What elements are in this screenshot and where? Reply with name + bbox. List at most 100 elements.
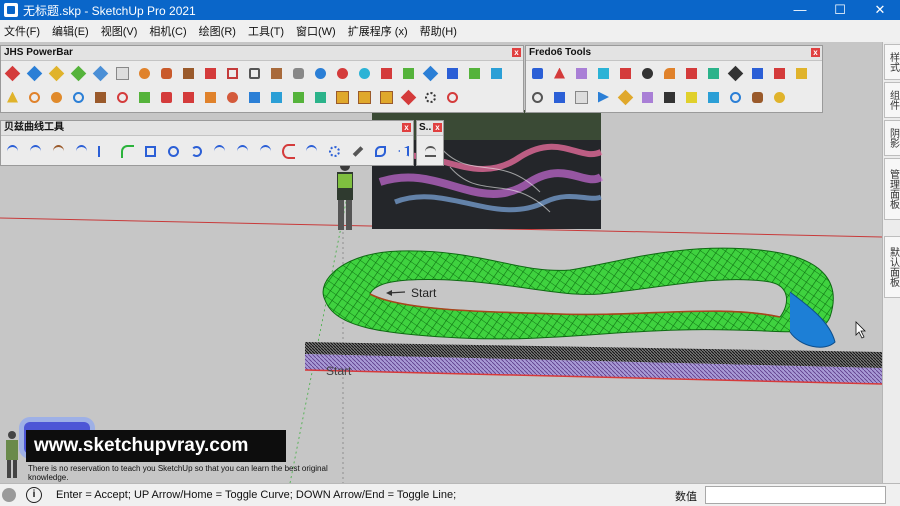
tool-icon[interactable] (771, 65, 788, 82)
tool-icon[interactable] (246, 65, 263, 82)
curve-tool-icon[interactable] (96, 143, 113, 160)
tool-icon[interactable] (639, 65, 656, 82)
tool-icon[interactable] (683, 89, 700, 106)
curve-tool-icon[interactable] (50, 143, 67, 160)
curve-tool-icon[interactable] (280, 143, 297, 160)
tool-icon[interactable] (26, 65, 43, 82)
toolbar-title[interactable]: JHS PowerBar x (1, 46, 523, 61)
tool-icon[interactable] (378, 65, 395, 82)
tool-icon[interactable] (378, 89, 395, 106)
tool-icon[interactable] (661, 65, 678, 82)
tool-icon[interactable] (4, 89, 21, 106)
tool-icon[interactable] (290, 65, 307, 82)
menu-help[interactable]: 帮助(H) (416, 23, 461, 39)
tool-icon[interactable] (70, 65, 87, 82)
curve-tool-icon[interactable] (326, 143, 343, 160)
tool-icon[interactable] (400, 89, 417, 106)
tray-tab-shadows[interactable]: 阴影 (884, 120, 900, 156)
info-icon[interactable]: i (26, 487, 42, 503)
tool-icon[interactable] (268, 65, 285, 82)
tool-icon[interactable] (48, 89, 65, 106)
tool-icon[interactable] (617, 89, 634, 106)
tool-icon[interactable] (290, 89, 307, 106)
tool-icon[interactable] (180, 65, 197, 82)
curve-tool-icon[interactable] (188, 143, 205, 160)
tool-icon[interactable] (356, 89, 373, 106)
wrench-icon[interactable] (349, 143, 366, 160)
tool-icon[interactable] (529, 65, 546, 82)
tool-icon[interactable] (488, 65, 505, 82)
menu-draw[interactable]: 绘图(R) (195, 23, 240, 39)
curve-tool-icon[interactable] (395, 143, 412, 160)
tool-icon[interactable] (70, 89, 87, 106)
close-icon[interactable]: x (811, 48, 820, 57)
tool-icon[interactable] (158, 65, 175, 82)
tool-icon[interactable] (749, 65, 766, 82)
toolbar-title[interactable]: 贝兹曲线工具 x (1, 121, 413, 136)
tool-icon[interactable] (595, 65, 612, 82)
curve-tool-icon[interactable] (234, 143, 251, 160)
tool-icon[interactable] (422, 65, 439, 82)
tool-icon[interactable] (92, 65, 109, 82)
tool-icon[interactable] (202, 65, 219, 82)
tool-icon[interactable] (48, 65, 65, 82)
tool-icon[interactable] (224, 89, 241, 106)
toolbar-title[interactable]: S.. x (417, 121, 443, 136)
toolbar-title[interactable]: Fredo6 Tools x (526, 46, 822, 61)
close-button[interactable]: ✕ (860, 0, 900, 20)
curve-tool-icon[interactable] (211, 143, 228, 160)
tool-icon[interactable] (551, 65, 568, 82)
tool-icon[interactable] (466, 65, 483, 82)
tool-icon[interactable] (334, 65, 351, 82)
tool-icon[interactable] (573, 65, 590, 82)
tool-icon[interactable] (617, 65, 634, 82)
tool-icon[interactable] (683, 65, 700, 82)
tool-icon[interactable] (26, 89, 43, 106)
tool-icon[interactable] (422, 143, 439, 160)
measurements-input[interactable] (705, 486, 886, 504)
curve-tool-icon[interactable] (73, 143, 90, 160)
tool-icon[interactable] (639, 89, 656, 106)
tool-icon[interactable] (661, 89, 678, 106)
tool-icon[interactable] (136, 89, 153, 106)
menu-camera[interactable]: 相机(C) (145, 23, 190, 39)
menu-view[interactable]: 视图(V) (97, 23, 142, 39)
tool-icon[interactable] (268, 89, 285, 106)
tool-icon[interactable] (180, 89, 197, 106)
tool-icon[interactable] (4, 65, 21, 82)
tool-icon[interactable] (705, 89, 722, 106)
maximize-button[interactable]: ☐ (820, 0, 860, 20)
menu-extensions[interactable]: 扩展程序 (x) (344, 23, 412, 39)
menu-tools[interactable]: 工具(T) (244, 23, 288, 39)
curve-tool-icon[interactable] (372, 143, 389, 160)
geolocation-icon[interactable] (2, 488, 16, 502)
tool-icon[interactable] (92, 89, 109, 106)
curve-tool-icon[interactable] (4, 143, 21, 160)
tool-icon[interactable] (422, 89, 439, 106)
curve-tool-icon[interactable] (27, 143, 44, 160)
tool-icon[interactable] (793, 65, 810, 82)
tool-icon[interactable] (312, 65, 329, 82)
tool-icon[interactable] (114, 89, 131, 106)
close-icon[interactable]: x (512, 48, 521, 57)
tray-tab-components[interactable]: 组件 (884, 82, 900, 118)
tool-icon[interactable] (727, 65, 744, 82)
tool-icon[interactable] (573, 89, 590, 106)
minimize-button[interactable]: — (780, 0, 820, 20)
curve-tool-icon[interactable] (165, 143, 182, 160)
tool-icon[interactable] (202, 89, 219, 106)
menu-window[interactable]: 窗口(W) (292, 23, 340, 39)
tray-tab-styles[interactable]: 样式 (884, 44, 900, 80)
tool-icon[interactable] (444, 89, 461, 106)
tool-icon[interactable] (727, 89, 744, 106)
tray-tab-manage[interactable]: 管理面板 (884, 158, 900, 220)
tool-icon[interactable] (356, 65, 373, 82)
tool-icon[interactable] (529, 89, 546, 106)
tool-icon[interactable] (595, 89, 612, 106)
tool-icon[interactable] (705, 65, 722, 82)
tool-icon[interactable] (158, 89, 175, 106)
tool-icon[interactable] (400, 65, 417, 82)
tool-icon[interactable] (444, 65, 461, 82)
tool-icon[interactable] (334, 89, 351, 106)
curve-tool-icon[interactable] (142, 143, 159, 160)
